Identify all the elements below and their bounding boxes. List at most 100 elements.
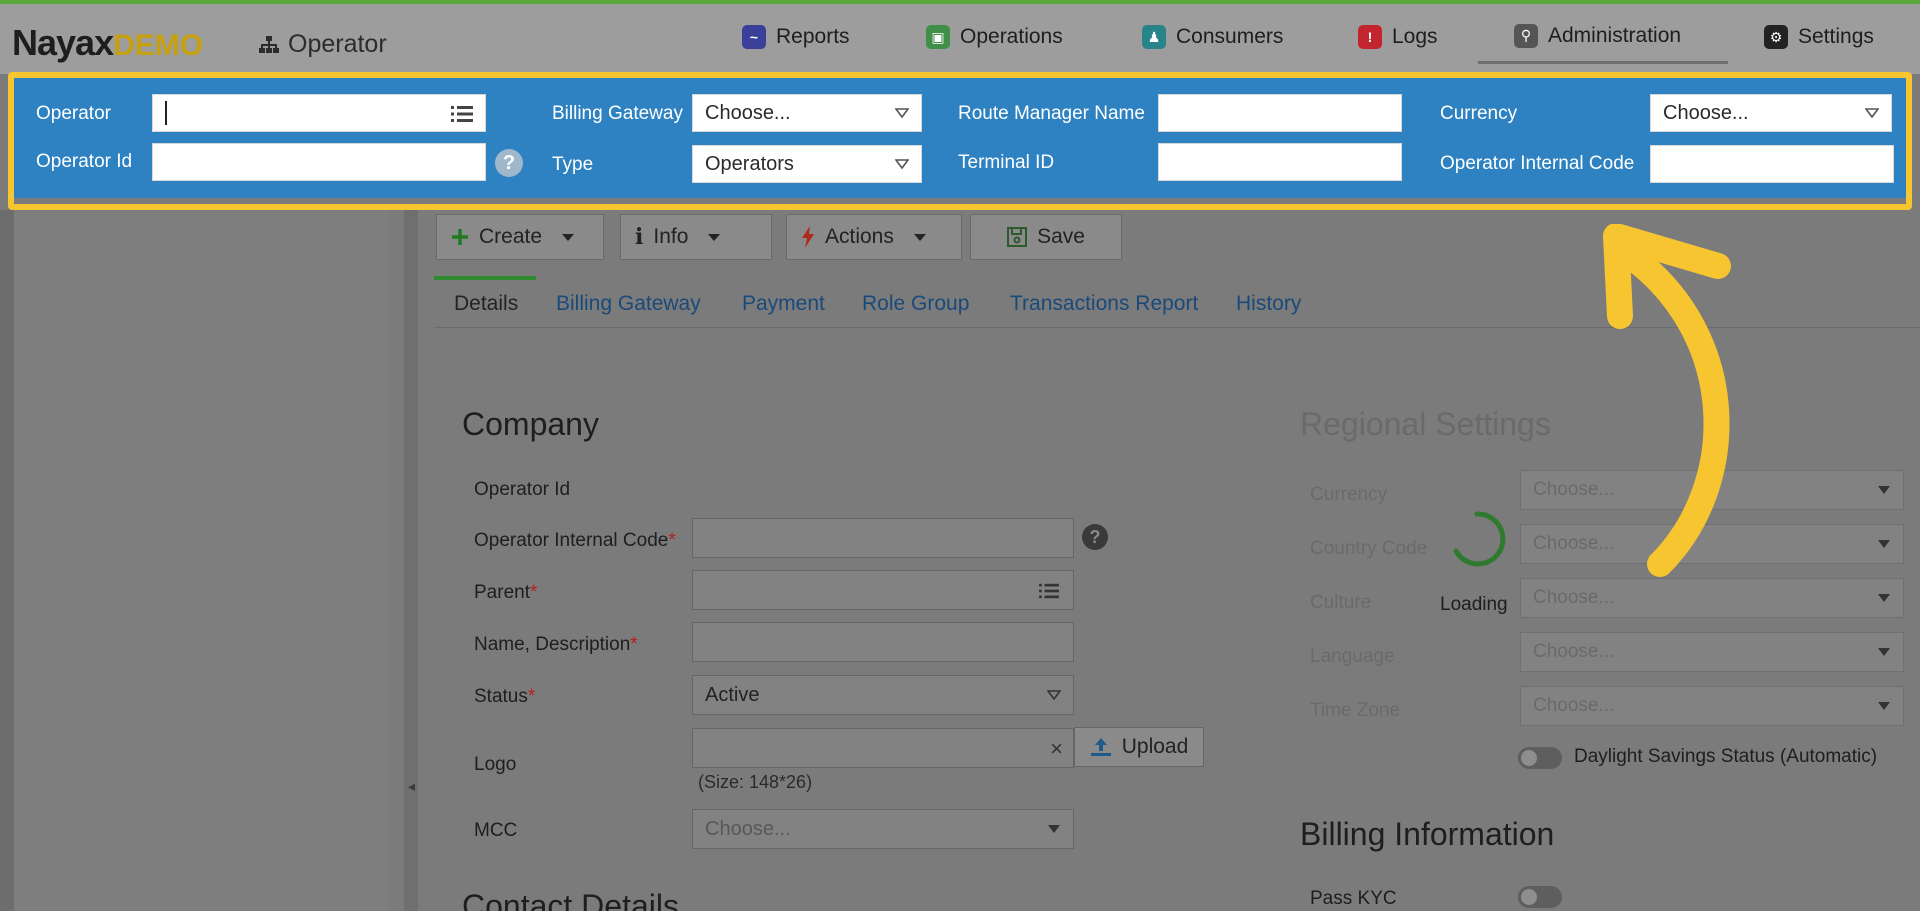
logo-field[interactable]: × — [692, 728, 1074, 768]
chevron-down-icon — [1878, 540, 1890, 548]
lightning-icon — [802, 226, 814, 248]
operator-id-label: Operator Id — [36, 151, 133, 172]
caret-icon — [913, 233, 926, 241]
actions-button[interactable]: Actions — [786, 214, 962, 260]
chevron-down-icon — [1048, 825, 1060, 833]
culture-label: Culture — [1310, 592, 1372, 613]
help-icon[interactable]: ? — [495, 149, 523, 177]
text-cursor — [165, 101, 167, 125]
type-select[interactable]: Operators — [692, 145, 922, 183]
panel-splitter[interactable] — [404, 210, 418, 911]
logo-field-label: Logo — [474, 754, 517, 775]
nav-operations[interactable]: ▣ Operations — [926, 10, 1063, 64]
language-label: Language — [1310, 646, 1395, 667]
operations-icon: ▣ — [926, 25, 950, 49]
left-strip — [0, 210, 14, 911]
pass-kyc-toggle[interactable] — [1518, 886, 1562, 908]
help-icon[interactable]: ? — [1082, 524, 1108, 550]
mcc-field-label: MCC — [474, 820, 518, 841]
operator-id-input[interactable] — [152, 143, 486, 181]
culture-select[interactable]: Choose... — [1520, 578, 1904, 618]
chevron-down-icon — [1878, 594, 1890, 602]
upload-button[interactable]: Upload — [1074, 727, 1204, 767]
upload-icon — [1090, 738, 1111, 756]
company-title: Company — [462, 406, 599, 442]
administration-icon: ⚲ — [1514, 23, 1538, 48]
breadcrumb: Operator — [258, 30, 387, 59]
chevron-down-icon — [1878, 702, 1890, 710]
operator-input[interactable] — [152, 94, 486, 132]
daylight-savings-label: Daylight Savings Status (Automatic) — [1574, 746, 1878, 767]
chevron-down-icon — [1878, 486, 1890, 494]
loading-text: Loading — [1440, 594, 1508, 615]
billing-gateway-label: Billing Gateway — [552, 103, 683, 124]
info-button[interactable]: i Info — [620, 214, 772, 260]
chevron-down-icon — [1878, 648, 1890, 656]
nav-logs[interactable]: ! Logs — [1358, 10, 1438, 64]
internal-code-field-label: Operator Internal Code* — [474, 530, 676, 551]
parent-field[interactable] — [692, 570, 1074, 610]
save-button[interactable]: Save — [970, 214, 1122, 260]
time-zone-label: Time Zone — [1310, 700, 1401, 721]
operator-label: Operator — [36, 103, 111, 124]
regional-settings-title: Regional Settings — [1300, 406, 1551, 442]
route-manager-label: Route Manager Name — [958, 103, 1145, 124]
internal-code-field[interactable] — [692, 518, 1074, 558]
chevron-down-icon — [1047, 690, 1061, 701]
time-zone-select[interactable]: Choose... — [1520, 686, 1904, 726]
plus-icon — [452, 229, 468, 245]
region-currency-label: Currency — [1310, 484, 1388, 505]
language-select[interactable]: Choose... — [1520, 632, 1904, 672]
caret-icon — [562, 233, 575, 241]
route-manager-input[interactable] — [1158, 94, 1402, 132]
logs-icon: ! — [1358, 25, 1382, 49]
settings-icon: ⚙ — [1764, 25, 1788, 49]
active-tab-indicator — [434, 276, 536, 280]
pass-kyc-label: Pass KYC — [1310, 888, 1397, 909]
billing-information-title: Billing Information — [1300, 816, 1555, 852]
chevron-down-icon — [1865, 108, 1879, 119]
brand-logo[interactable]: NayaxDEMO — [12, 22, 203, 64]
currency-select[interactable]: Choose... — [1650, 94, 1892, 132]
terminal-id-input[interactable] — [1158, 143, 1402, 181]
clear-icon[interactable]: × — [1050, 736, 1063, 762]
consumers-icon: ♟ — [1142, 25, 1166, 49]
tab-history[interactable]: History — [1236, 292, 1301, 316]
chevron-down-icon — [895, 108, 909, 119]
internal-code-label: Operator Internal Code — [1440, 153, 1635, 174]
page-title: Operator — [288, 30, 387, 58]
left-panel — [0, 210, 388, 911]
collapse-icon[interactable]: ◂ — [408, 778, 415, 795]
billing-gateway-select[interactable]: Choose... — [692, 94, 922, 132]
tab-details[interactable]: Details — [454, 292, 518, 316]
type-label: Type — [552, 154, 594, 175]
annotation-arrow-icon — [1603, 224, 1731, 577]
status-select[interactable]: Active — [692, 675, 1074, 715]
internal-code-input[interactable] — [1650, 145, 1894, 183]
nav-consumers[interactable]: ♟ Consumers — [1142, 10, 1283, 64]
info-icon: i — [635, 224, 644, 250]
terminal-id-label: Terminal ID — [958, 152, 1055, 173]
tab-role-group[interactable]: Role Group — [862, 292, 969, 316]
list-icon[interactable] — [1039, 582, 1059, 600]
name-description-field[interactable] — [692, 622, 1074, 662]
status-field-label: Status* — [474, 686, 536, 707]
logo-size-hint: (Size: 148*26) — [698, 772, 813, 792]
tab-payment[interactable]: Payment — [742, 292, 825, 316]
mcc-select[interactable]: Choose... — [692, 809, 1074, 849]
tab-billing-gateway[interactable]: Billing Gateway — [556, 292, 701, 316]
save-icon — [1007, 227, 1028, 247]
nav-settings[interactable]: ⚙ Settings — [1764, 10, 1874, 64]
create-button[interactable]: Create — [436, 214, 604, 260]
daylight-savings-toggle[interactable] — [1518, 747, 1562, 769]
caret-icon — [708, 233, 721, 241]
list-icon[interactable] — [451, 104, 473, 124]
currency-label: Currency — [1440, 103, 1518, 124]
reports-icon: ~ — [742, 25, 766, 49]
operator-id-field-label: Operator Id — [474, 479, 571, 500]
nav-administration[interactable]: ⚲ Administration — [1478, 10, 1728, 64]
nav-reports[interactable]: ~ Reports — [742, 10, 850, 64]
parent-field-label: Parent* — [474, 582, 538, 603]
country-code-label: Country Code — [1310, 538, 1428, 559]
tab-transactions-report[interactable]: Transactions Report — [1010, 292, 1198, 316]
